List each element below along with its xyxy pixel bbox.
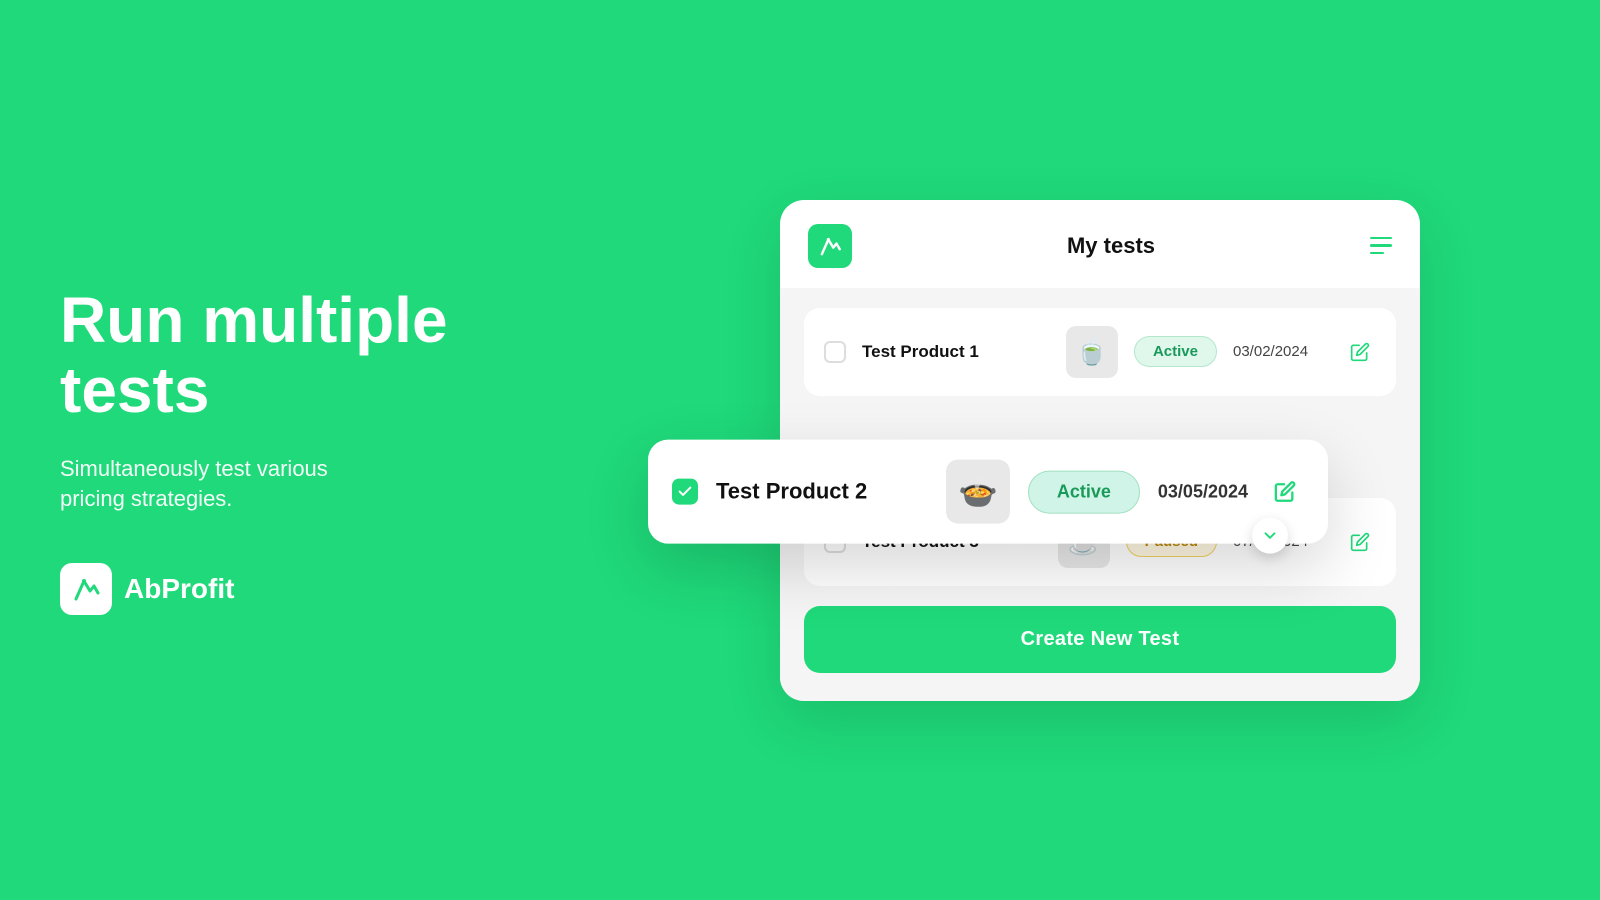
card-header: My tests: [780, 200, 1420, 288]
headline: Run multiple tests: [60, 285, 540, 426]
floating-status-badge: Active: [1028, 470, 1140, 513]
product-image-1: 🍵: [1066, 326, 1118, 378]
right-panel: My tests Test Product 1 🍵 Active 03/02/2…: [600, 160, 1600, 741]
brand: AbProfit: [60, 563, 540, 615]
floating-test-date: 03/05/2024: [1158, 481, 1248, 502]
brand-text: AbProfit: [124, 573, 234, 605]
edit-button-3[interactable]: [1344, 526, 1376, 558]
floating-checkbox[interactable]: [672, 479, 698, 505]
floating-test-name: Test Product 2: [716, 479, 928, 505]
floating-test-card: Test Product 2 🍲 Active 03/05/2024: [648, 440, 1328, 544]
edit-button-1[interactable]: [1344, 336, 1376, 368]
hamburger-menu-icon[interactable]: [1370, 237, 1392, 255]
left-panel: Run multiple tests Simultaneously test v…: [0, 205, 600, 695]
test-row: Test Product 1 🍵 Active 03/02/2024: [804, 308, 1396, 396]
card-title: My tests: [1067, 233, 1155, 259]
status-badge-1: Active: [1134, 336, 1217, 367]
scroll-indicator: [1252, 518, 1288, 554]
card-logo-icon: [808, 224, 852, 268]
test-name-1: Test Product 1: [862, 342, 1050, 362]
subtitle: Simultaneously test variouspricing strat…: [60, 454, 540, 516]
test-checkbox-1[interactable]: [824, 341, 846, 363]
create-new-test-button[interactable]: Create New Test: [804, 606, 1396, 673]
floating-product-image: 🍲: [946, 460, 1010, 524]
test-date-1: 03/02/2024: [1233, 343, 1328, 360]
brand-icon: [60, 563, 112, 615]
floating-edit-button[interactable]: [1266, 473, 1304, 511]
